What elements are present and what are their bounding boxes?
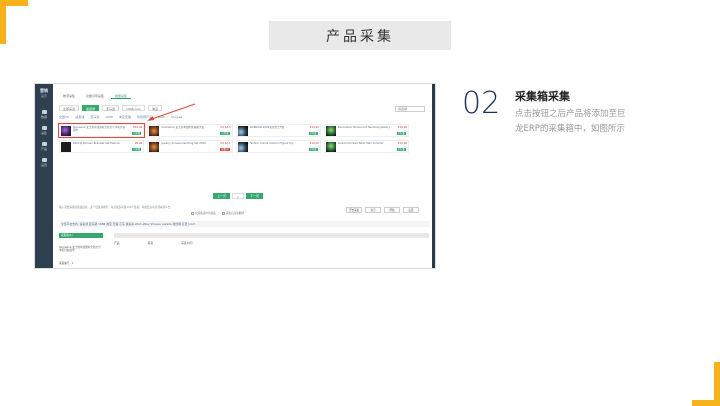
- action-buttons: 开始采集 清空 帮助 设置: [346, 207, 419, 213]
- step-number: 02: [462, 86, 501, 121]
- sidebar-item-settings[interactable]: 设置: [35, 155, 53, 171]
- next-page-button[interactable]: 下一页: [245, 193, 263, 199]
- checkbox-icon: [191, 211, 194, 215]
- source-select[interactable]: 请选择: [395, 106, 425, 112]
- source-link[interactable]: 速卖通: [75, 115, 84, 119]
- tab-logistics[interactable]: 物流采集: [59, 93, 79, 99]
- app-logo-sub: 首页: [40, 94, 47, 98]
- product-title: Spicewire 女士新年款限时全新大号羊毛针织围巾: [73, 126, 126, 132]
- collect-box-item-id: 采集编号 - 1: [59, 262, 74, 265]
- tab-batch[interactable]: 批量采集: [111, 93, 132, 99]
- source-link[interactable]: 1688: [105, 115, 113, 119]
- product-card[interactable]: Fashion Anime Cartoon Figure Toy ¥12.50 已采…: [235, 140, 321, 153]
- prev-page-button[interactable]: 上一页: [213, 193, 231, 199]
- corner-decoration-bottom-right: [692, 362, 720, 406]
- column-header: 产品: [114, 241, 120, 245]
- product-thumbnail: [61, 142, 71, 152]
- sidebar-item-product[interactable]: 产品: [35, 139, 53, 155]
- help-button[interactable]: 帮助: [384, 207, 400, 213]
- tab-guide[interactable]: 功能引导采集: [82, 93, 108, 99]
- collect-box-item[interactable]: Spicewire 女士新年款限时全新大号羊毛针织围巾: [59, 246, 103, 252]
- option-checkbox[interactable]: 仅采集选中的商品: [191, 211, 216, 215]
- product-card[interactable]: WARRIOR 2020新款男士T恤 ¥34.90 已采集: [235, 124, 321, 137]
- page-number[interactable]: 1: [232, 193, 244, 199]
- product-card[interactable]: Spicewire 女士新年款限时全新大号羊毛针织围巾 ¥19.90 已采集: [57, 123, 146, 138]
- filter-all[interactable]: 全部来源: [59, 105, 80, 111]
- source-link[interactable]: 淘宝天猫: [119, 115, 131, 119]
- gear-icon: [41, 158, 47, 162]
- product-title: Cosmetics 女士冬季加厚款保暖手套: [161, 126, 204, 129]
- pagination: 上一页 1 下一页: [213, 193, 263, 199]
- collect-button[interactable]: 已采集: [220, 131, 230, 135]
- product-card[interactable]: Jewelry Accessories Ring Set 2020 US $2.1…: [147, 140, 233, 153]
- product-thumbnail: [61, 126, 71, 136]
- filter-amazon[interactable]: 亚马逊: [102, 105, 120, 111]
- app-sidebar: 营销 首页 数据 采集 产品 设置: [35, 84, 53, 268]
- product-thumbnail: [149, 142, 160, 152]
- product-thumbnail: [237, 126, 248, 136]
- sidebar-item-collect[interactable]: 采集: [35, 123, 53, 139]
- corner-decoration-top-left: [0, 0, 28, 44]
- product-grid: Spicewire 女士新年款限时全新大号羊毛针织围巾 ¥19.90 已采集 Cos…: [57, 123, 409, 153]
- collect-button[interactable]: 已采集: [132, 131, 142, 135]
- product-title: Custom Printed Tshirt Men Summer: [337, 142, 384, 145]
- collect-button[interactable]: 已采集: [396, 131, 406, 135]
- option-checkbox[interactable]: 采集后自动翻译: [221, 211, 244, 215]
- product-thumbnail: [149, 126, 160, 136]
- source-link[interactable]: 全部(5): [59, 115, 69, 119]
- product-title: Fashion Anime Cartoon Figure Toy: [249, 142, 294, 145]
- table-header-bar: [114, 233, 429, 238]
- product-card[interactable]: Decorative Women Art Necklace Jewelry ¥29…: [323, 124, 409, 137]
- collect-options: 仅采集选中的商品 采集后自动翻译: [191, 211, 244, 215]
- filter-1688[interactable]: 1688.com: [122, 105, 146, 111]
- filter-aliexpress[interactable]: 速卖通: [82, 105, 100, 111]
- download-icon: [41, 126, 47, 130]
- app-logo: 营销: [40, 88, 48, 93]
- callout-arrow: [147, 103, 196, 121]
- screenshot-edge: [432, 84, 435, 268]
- sidebar-item-data[interactable]: 数据: [35, 107, 53, 123]
- tab-bar: 物流采集 功能引导采集 批量采集: [59, 93, 132, 99]
- checkbox-icon: [221, 211, 225, 215]
- product-title: 2021年 Women Bracelet Set Fashion: [73, 142, 121, 145]
- source-link[interactable]: 亚马逊: [90, 115, 99, 119]
- app-screenshot: 营销 首页 数据 采集 产品 设置 物流采集 功能引导采集 批量采集 全部来源 …: [34, 83, 436, 269]
- product-title: Jewelry Accessories Ring Set 2020: [161, 142, 206, 145]
- product-thumbnail: [237, 142, 248, 152]
- platform-bar: 全部平台支持: 速卖通 亚马逊 1688 淘宝 天猫 京东 拼多多 Wish e…: [59, 221, 429, 227]
- collect-button[interactable]: 已采集: [396, 147, 406, 151]
- step-title: 采集箱采集: [515, 90, 570, 103]
- column-header: 来源: [147, 241, 154, 245]
- collect-box-button[interactable]: 采集箱(5): [59, 233, 103, 238]
- slide-title: 产品采集: [269, 21, 451, 50]
- table-columns: 产品 来源 采集时间: [114, 241, 192, 245]
- box-icon: [41, 142, 47, 146]
- collect-button[interactable]: 已采集: [308, 131, 318, 135]
- chart-icon: [41, 110, 47, 114]
- settings-button[interactable]: 设置: [403, 207, 419, 213]
- collect-button[interactable]: 已采集: [308, 147, 318, 151]
- product-title: Decorative Women Art Necklace Jewelry: [337, 126, 390, 129]
- start-collect-button[interactable]: 开始采集: [346, 207, 362, 213]
- slide: 产品采集 营销 首页 数据 采集 产品 设置 物流采集 功能引导采集 批量采集 …: [0, 0, 720, 406]
- collect-button[interactable]: 已采集: [132, 147, 142, 151]
- product-title: WARRIOR 2020新款男士T恤: [249, 126, 284, 129]
- collect-button[interactable]: 采集中: [220, 147, 230, 151]
- step-description: 点击按钮之后产品将添加至巨龙ERP的采集箱中，如图所示: [515, 109, 626, 134]
- product-thumbnail: [325, 126, 336, 136]
- clear-button[interactable]: 清空: [365, 207, 381, 213]
- product-thumbnail: [325, 142, 336, 152]
- product-card[interactable]: Custom Printed Tshirt Men Summer ¥15.00 已采…: [323, 140, 409, 153]
- instruction-text: 输入需要采集的商品链接，多个链接请换行。每次最多采集100个链接，系统会自动识别…: [59, 206, 173, 209]
- column-header: 采集时间: [181, 241, 193, 245]
- product-card[interactable]: 2021年 Women Bracelet Set Fashion ¥9.90 已采集: [59, 140, 145, 153]
- product-card[interactable]: Cosmetics 女士冬季加厚款保暖手套 US $4.5 已采集: [147, 124, 233, 137]
- collect-box-panel: 采集箱(5) 产品 来源 采集时间 Spicewire 女士新年款限时全新大号羊…: [59, 233, 429, 267]
